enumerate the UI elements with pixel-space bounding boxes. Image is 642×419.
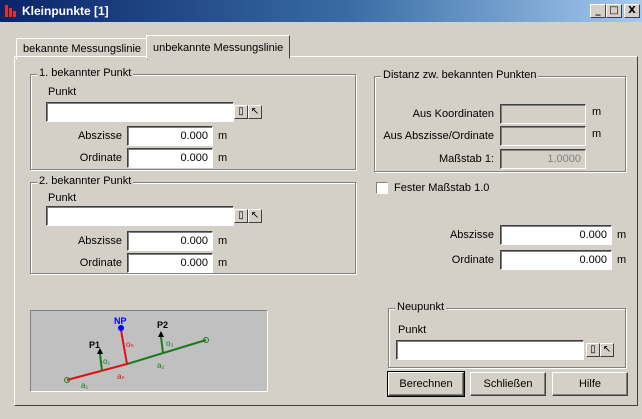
group-1-ordinate-unit: m xyxy=(218,152,228,164)
group-1-abszisse-input[interactable]: 0.000 xyxy=(127,126,213,146)
fester-massstab-checkbox[interactable] xyxy=(376,182,388,194)
group-2-ordinate-label: Ordinate xyxy=(79,257,122,269)
label-on: oₙ xyxy=(126,340,134,349)
diagram-svg: NP P1 P2 o₁ oₙ o₂ a₁ aₙ a₂ xyxy=(64,316,209,390)
offset-o2 xyxy=(160,336,164,354)
tab-unbekannte-messungslinie[interactable]: unbekannte Messungslinie xyxy=(146,35,290,59)
aus-koordinaten-label: Aus Koordinaten xyxy=(412,108,494,120)
label-an: aₙ xyxy=(117,372,125,381)
label-a1: a₁ xyxy=(81,381,88,390)
aus-abszisse-ordinate-label: Aus Abszisse/Ordinate xyxy=(383,130,494,142)
label-np: NP xyxy=(114,316,127,326)
window-title: Kleinpunkte [1] xyxy=(22,4,109,18)
pick-list-icon[interactable]: ▯ xyxy=(234,105,248,119)
p2-point-marker xyxy=(158,331,164,337)
neupunkt-punkt-label: Punkt xyxy=(398,324,427,336)
group-neupunkt-legend: Neupunkt xyxy=(395,301,447,313)
pick-list-icon[interactable]: ▯ xyxy=(234,209,248,223)
abszisse-label: Abszisse xyxy=(449,229,494,241)
group-1-punkt-input[interactable] xyxy=(46,102,234,122)
group-2-ordinate-unit: m xyxy=(218,257,228,269)
group-2-punkt-label: Punkt xyxy=(48,192,77,204)
group-1-abszisse-label: Abszisse xyxy=(77,130,122,142)
group-1-legend: 1. bekannter Punkt xyxy=(37,67,134,79)
group-2-legend: 2. bekannter Punkt xyxy=(37,175,134,187)
app-icon xyxy=(5,5,16,17)
group-1-abszisse-unit: m xyxy=(218,130,228,142)
close-button[interactable]: X xyxy=(624,4,640,18)
label-o1: o₁ xyxy=(103,357,110,366)
group-1-punkt-label: Punkt xyxy=(48,86,77,98)
label-o2: o₂ xyxy=(166,339,174,348)
label-p1: P1 xyxy=(89,340,100,350)
label-a2: a₂ xyxy=(157,361,165,370)
title-bar: Kleinpunkte [1] _ □ X xyxy=(0,0,642,22)
minimize-button[interactable]: _ xyxy=(590,4,606,18)
pick-cursor-icon[interactable]: ↖ xyxy=(248,105,262,119)
aus-abszisse-ordinate-field xyxy=(500,126,586,146)
group-2-abszisse-unit: m xyxy=(218,235,228,247)
label-p2: P2 xyxy=(157,320,168,330)
offset-o1 xyxy=(99,353,103,372)
group-2-abszisse-label: Abszisse xyxy=(77,235,122,247)
pick-list-icon[interactable]: ▯ xyxy=(586,343,600,357)
massstab-label: Maßstab 1: xyxy=(438,153,494,165)
aus-abszisse-ordinate-unit: m xyxy=(592,128,602,140)
maximize-button[interactable]: □ xyxy=(606,4,622,18)
ordinate-unit: m xyxy=(617,254,627,266)
berechnen-button[interactable]: Berechnen xyxy=(387,371,465,397)
massstab-field: 1.0000 xyxy=(500,149,586,169)
ordinate-input[interactable]: 0.000 xyxy=(500,250,612,270)
pick-cursor-icon[interactable]: ↖ xyxy=(600,343,614,357)
group-2-ordinate-input[interactable]: 0.000 xyxy=(127,253,213,273)
pick-cursor-icon[interactable]: ↖ xyxy=(248,209,262,223)
hilfe-button[interactable]: Hilfe xyxy=(552,372,628,396)
abszisse-input[interactable]: 0.000 xyxy=(500,225,612,245)
measurement-diagram: NP P1 P2 o₁ oₙ o₂ a₁ aₙ a₂ xyxy=(30,310,268,392)
group-distanz-legend: Distanz zw. bekannten Punkten xyxy=(381,69,539,81)
schliessen-button[interactable]: Schließen xyxy=(470,372,546,396)
fester-massstab-label[interactable]: Fester Maßstab 1.0 xyxy=(394,182,489,194)
abszisse-unit: m xyxy=(617,229,627,241)
group-2-abszisse-input[interactable]: 0.000 xyxy=(127,231,213,251)
aus-koordinaten-field xyxy=(500,104,586,124)
aus-koordinaten-unit: m xyxy=(592,106,602,118)
neupunkt-punkt-input[interactable] xyxy=(396,340,584,360)
group-1-ordinate-label: Ordinate xyxy=(79,152,122,164)
ordinate-label: Ordinate xyxy=(451,254,494,266)
group-1-ordinate-input[interactable]: 0.000 xyxy=(127,148,213,168)
group-2-punkt-input[interactable] xyxy=(46,206,234,226)
